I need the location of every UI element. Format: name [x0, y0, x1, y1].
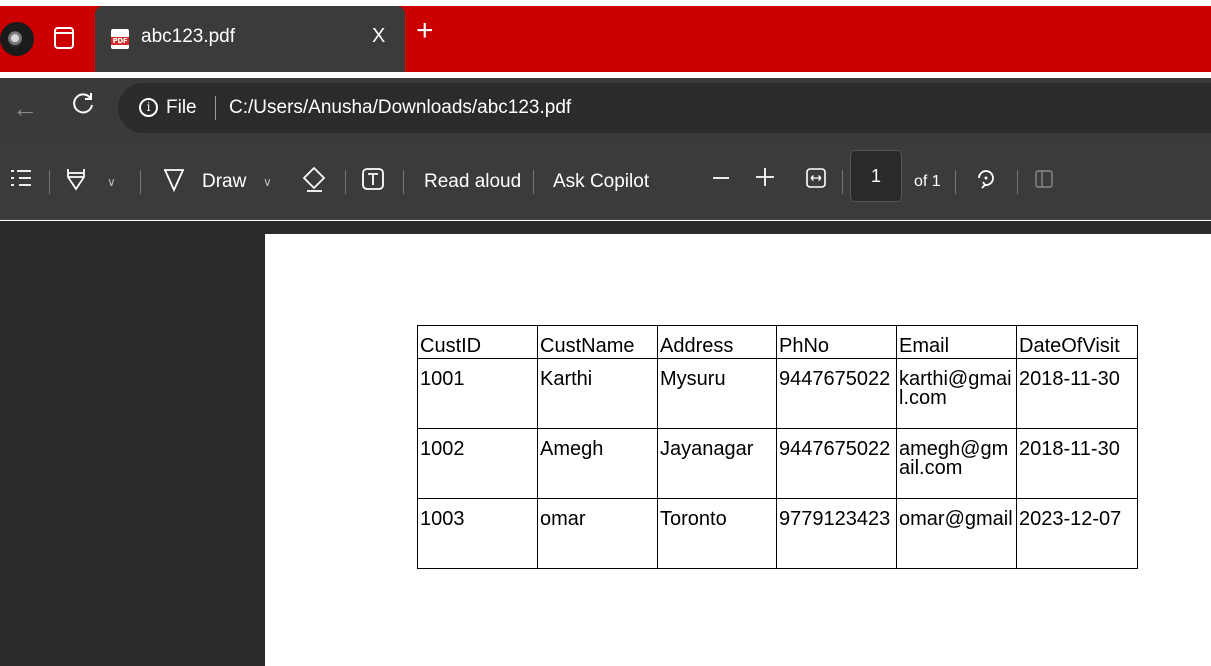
toolbar-divider: [533, 170, 534, 194]
refresh-icon[interactable]: [72, 91, 96, 115]
pdf-page: CustID CustName Address PhNo Email DateO…: [265, 234, 1211, 666]
rotate-icon[interactable]: [973, 166, 997, 192]
toolbar-divider: [140, 170, 141, 194]
tab-close-icon[interactable]: X: [372, 25, 385, 48]
toolbar-divider: [49, 170, 50, 194]
table-cell: Jayanagar: [657, 428, 777, 499]
url-text[interactable]: C:/Users/Anusha/Downloads/abc123.pdf: [229, 97, 571, 119]
ask-copilot-button[interactable]: Ask Copilot: [553, 171, 649, 193]
viewer-top-gutter: [265, 221, 1211, 234]
omnibox-divider: [215, 96, 216, 120]
table-cell: omar: [537, 498, 658, 569]
table-cell: Karthi: [537, 358, 658, 429]
toolbar-divider: [345, 170, 346, 194]
table-cell: 1001: [417, 358, 538, 429]
address-bar: ← i File C:/Users/Anusha/Downloads/abc12…: [0, 78, 1211, 140]
read-aloud-button[interactable]: Read aloud: [424, 171, 521, 193]
table-row: 1001 Karthi Mysuru 9447675022 karthi@gma…: [417, 358, 1138, 429]
table-cell: 1003: [417, 498, 538, 569]
pdf-toolbar: ∨ Draw ∨ Read aloud Ask Copilot 1 of 1: [0, 140, 1211, 220]
table-cell: Amegh: [537, 428, 658, 499]
toolbar-divider: [955, 170, 956, 194]
table-cell: 1002: [417, 428, 538, 499]
omnibox[interactable]: i File C:/Users/Anusha/Downloads/abc123.…: [118, 83, 1211, 133]
table-cell: Mysuru: [657, 358, 777, 429]
zoom-in-icon[interactable]: [756, 168, 774, 186]
eraser-icon[interactable]: [302, 166, 326, 192]
tab-bar: PDF abc123.pdf X +: [0, 0, 1211, 78]
draw-button[interactable]: Draw: [202, 171, 246, 193]
column-header: Address: [657, 325, 777, 359]
table-cell: karthi@gmail.com: [896, 358, 1017, 429]
toolbar-divider: [403, 170, 404, 194]
table-header-row: CustID CustName Address PhNo Email DateO…: [417, 325, 1138, 359]
toolbar-divider: [1017, 170, 1018, 194]
column-header: Email: [896, 325, 1017, 359]
pdf-file-icon: PDF: [111, 29, 129, 49]
table-cell: 2018-11-30: [1016, 358, 1138, 429]
contents-list-icon[interactable]: [10, 168, 32, 188]
table-cell: 9447675022: [776, 358, 897, 429]
back-arrow-icon[interactable]: ←: [12, 93, 38, 124]
tab-title: abc123.pdf: [141, 26, 236, 47]
customer-table: CustID CustName Address PhNo Email DateO…: [417, 325, 1138, 569]
column-header: CustID: [417, 325, 538, 359]
table-cell: 9779123423: [776, 498, 897, 569]
profile-avatar-icon[interactable]: [0, 22, 34, 56]
table-row: 1002 Amegh Jayanagar 9447675022 amegh@gm…: [417, 428, 1138, 499]
text-box-icon[interactable]: [362, 168, 384, 190]
table-cell: 2023-12-07: [1016, 498, 1138, 569]
highlight-chevron-down-icon[interactable]: ∨: [107, 175, 116, 189]
new-tab-button[interactable]: +: [416, 14, 434, 48]
fit-to-width-icon[interactable]: [806, 168, 826, 188]
viewer-left-pane: [0, 221, 265, 666]
toolbar-divider: [842, 170, 843, 194]
page-view-icon[interactable]: [1034, 169, 1054, 189]
table-cell: Toronto: [657, 498, 777, 569]
table-cell: omar@gmail: [896, 498, 1017, 569]
scheme-label: File: [166, 97, 197, 118]
column-header: PhNo: [776, 325, 897, 359]
table-row: 1003 omar Toronto 9779123423 omar@gmail …: [417, 498, 1138, 569]
info-icon[interactable]: i: [139, 98, 158, 117]
zoom-out-icon[interactable]: [713, 176, 729, 180]
table-cell: amegh@gmail.com: [896, 428, 1017, 499]
column-header: CustName: [537, 325, 658, 359]
column-header: DateOfVisit: [1016, 325, 1138, 359]
table-cell: 9447675022: [776, 428, 897, 499]
highlight-icon[interactable]: [66, 167, 86, 191]
draw-chevron-down-icon[interactable]: ∨: [263, 175, 272, 189]
pdf-badge: PDF: [111, 37, 129, 45]
page-total-label: of 1: [914, 173, 941, 190]
table-cell: 2018-11-30: [1016, 428, 1138, 499]
tab-abc123[interactable]: PDF abc123.pdf X: [95, 6, 405, 72]
tab-actions-icon[interactable]: [54, 27, 74, 49]
page-number-input[interactable]: 1: [850, 150, 902, 202]
draw-pen-icon[interactable]: [163, 168, 185, 192]
